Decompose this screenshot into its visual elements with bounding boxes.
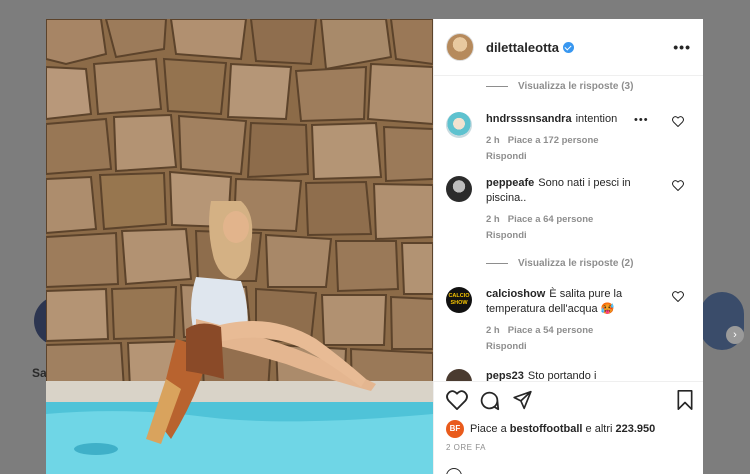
comment-likes[interactable]: Piace a 172 persone xyxy=(508,135,599,146)
commenter-username[interactable]: hndrsssnsandra xyxy=(486,113,572,125)
view-replies-line xyxy=(486,86,508,87)
liker-avatar[interactable]: BF xyxy=(446,420,464,438)
post-time-ago[interactable]: 2 ORE FA xyxy=(446,443,486,452)
liked-by-user[interactable]: bestoffootball xyxy=(510,423,583,435)
post-header: dilettaleotta ••• xyxy=(434,19,703,76)
comment-bubble-icon[interactable] xyxy=(479,390,500,411)
reply-button[interactable]: Rispondi xyxy=(486,339,662,354)
likes-count[interactable]: 223.950 xyxy=(616,423,656,435)
liked-by-line: BF Piace a bestoffootball e altri 223.95… xyxy=(446,420,655,438)
view-replies-line xyxy=(486,263,508,264)
commenter-avatar[interactable] xyxy=(446,176,472,202)
comment-likes[interactable]: Piace a 54 persone xyxy=(508,325,594,336)
commenter-username[interactable]: calcioshow xyxy=(486,288,545,300)
author-username[interactable]: dilettaleotta xyxy=(486,40,574,55)
comment-meta: 2 h Piace a 54 persone xyxy=(486,323,662,338)
comment-meta: 2 h Piace a 64 persone xyxy=(486,212,662,227)
reply-button[interactable]: Rispondi xyxy=(486,149,662,164)
comments-list[interactable]: Visualizza le risposte (3) hndrsssnsandr… xyxy=(434,76,703,381)
emoji-icon[interactable] xyxy=(446,468,462,474)
post-actions-bar: BF Piace a bestoffootball e altri 223.95… xyxy=(434,381,703,474)
comment-meta: 2 h Piace a 172 persone xyxy=(486,133,662,148)
comment-like-heart-icon[interactable] xyxy=(672,291,684,302)
share-paper-plane-icon[interactable] xyxy=(512,390,533,410)
view-replies-mid[interactable]: Visualizza le risposte (2) xyxy=(486,258,633,269)
comment-body: peps23 Sto portando i xyxy=(486,369,662,381)
view-replies-label[interactable]: Visualizza le risposte (2) xyxy=(518,258,633,269)
comment-body: calcioshow È salita pure la temperatura d… xyxy=(486,287,662,354)
save-bookmark-icon[interactable] xyxy=(676,390,694,410)
verified-badge-icon xyxy=(562,41,574,53)
view-replies-label[interactable]: Visualizza le risposte (3) xyxy=(518,81,633,92)
post-side-panel: dilettaleotta ••• Visualizza le risposte… xyxy=(433,19,703,474)
like-heart-icon[interactable] xyxy=(446,390,468,410)
background-next-icon[interactable]: › xyxy=(726,326,744,344)
liked-by-suffix: e altri xyxy=(585,423,613,435)
comment-like-heart-icon[interactable] xyxy=(672,116,684,127)
background-story-name-left: Sa xyxy=(32,366,47,380)
author-avatar[interactable] xyxy=(446,33,474,61)
view-replies-top[interactable]: Visualizza le risposte (3) xyxy=(486,81,633,92)
commenter-username[interactable]: peps23 xyxy=(486,370,524,381)
post-photo-image xyxy=(46,19,433,474)
action-icons-row xyxy=(446,390,694,414)
author-username-text[interactable]: dilettaleotta xyxy=(486,40,559,55)
comment-text: intention xyxy=(575,113,618,125)
reply-button[interactable]: Rispondi xyxy=(486,228,662,243)
commenter-avatar[interactable] xyxy=(446,369,472,381)
more-options-icon[interactable]: ••• xyxy=(673,39,691,55)
comment-time[interactable]: 2 h xyxy=(486,214,500,225)
comment-likes[interactable]: Piace a 64 persone xyxy=(508,214,594,225)
post-photo[interactable] xyxy=(46,19,433,474)
comment-like-heart-icon[interactable] xyxy=(672,180,684,191)
comment-time[interactable]: 2 h xyxy=(486,135,500,146)
commenter-username[interactable]: peppeafe xyxy=(486,177,534,189)
liked-by-prefix: Piace a xyxy=(470,423,507,435)
comment-body: peppeafe Sono nati i pesci in piscina.. 2… xyxy=(486,176,662,243)
calcioshow-logo-text: CALCIO SHOW xyxy=(448,293,470,306)
comment-time[interactable]: 2 h xyxy=(486,325,500,336)
commenter-avatar[interactable] xyxy=(446,112,472,138)
commenter-avatar[interactable]: CALCIO SHOW xyxy=(446,287,472,313)
comment-text: Sto portando i xyxy=(527,370,597,381)
comment-options-icon[interactable]: ••• xyxy=(634,114,649,126)
post-modal: dilettaleotta ••• Visualizza le risposte… xyxy=(46,19,703,474)
